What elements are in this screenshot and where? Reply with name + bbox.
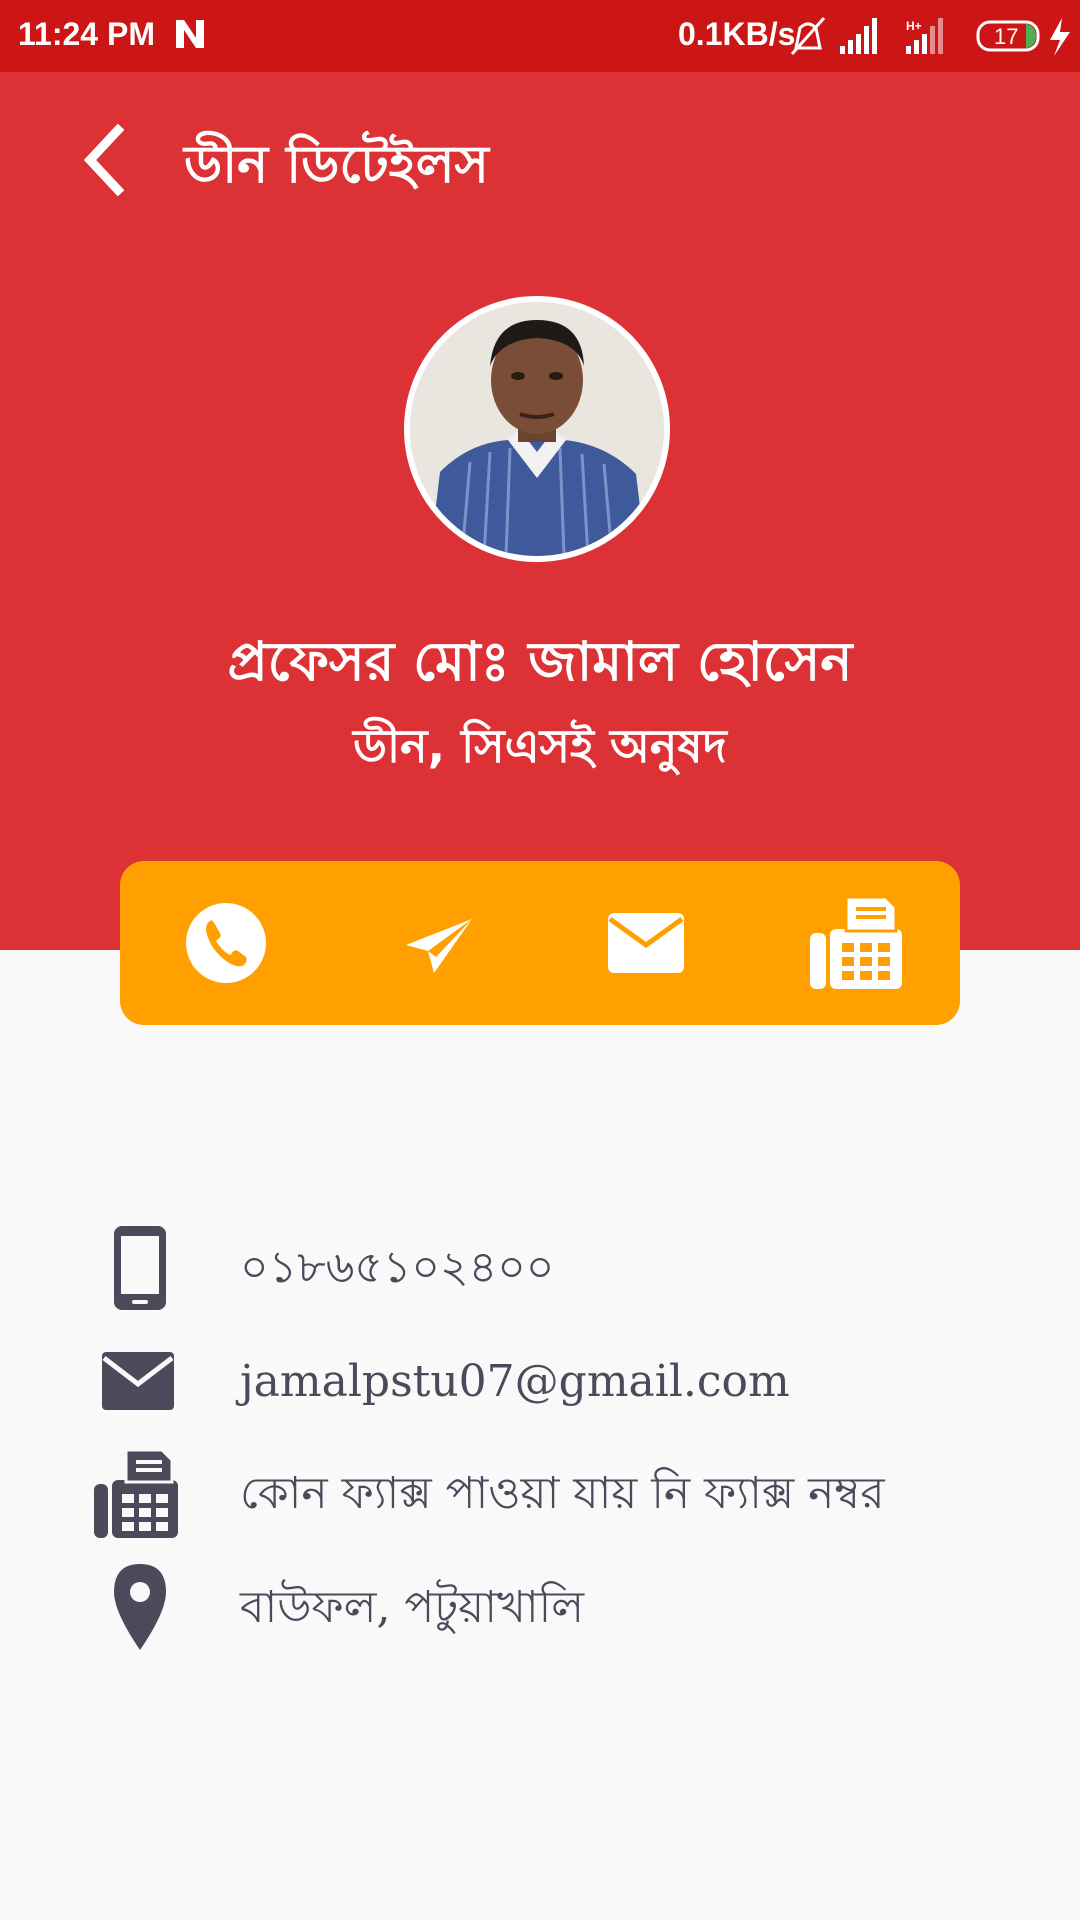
status-icons: H+ 17 (790, 17, 1070, 56)
location-pin-icon (114, 1564, 166, 1650)
envelope-icon (608, 913, 684, 973)
info-row-location[interactable]: বাউফল, পটুয়াখালি (0, 1558, 1080, 1658)
info-row-phone[interactable]: ০১৮৬৫১০২৪০০ (0, 1218, 1080, 1318)
fax-number: কোন ফ্যাক্স পাওয়া যায় নি ফ্যাক্স নম্বর (240, 1468, 885, 1519)
fax-button[interactable] (806, 891, 910, 995)
battery-level: 17 (994, 24, 1018, 49)
hplus-signal-icon: H+ (906, 18, 943, 54)
network-speed: 0.1KB/s (678, 16, 796, 52)
envelope-icon (102, 1352, 174, 1410)
page-title: ডীন ডিটেইলস (184, 135, 489, 195)
message-button[interactable] (386, 891, 490, 995)
email-address: jamalpstu07@gmail.com (240, 1356, 790, 1407)
status-time: 11:24 PM (18, 16, 155, 52)
action-card (120, 861, 960, 1025)
back-button[interactable] (66, 120, 146, 200)
charging-icon (1050, 18, 1070, 56)
person-role: ডীন, সিএসই অনুষদ (353, 719, 727, 773)
call-button[interactable] (174, 891, 278, 995)
mobile-phone-icon (114, 1226, 166, 1310)
person-name: প্রফেসর মোঃ জামাল হোসেন (227, 630, 853, 693)
fax-icon (94, 1448, 178, 1538)
signal-icon (840, 18, 877, 54)
fax-icon (810, 895, 902, 989)
status-bar: 11:24 PM 0.1KB/s H+ 17 (0, 0, 1080, 72)
location: বাউফল, পটুয়াখালি (240, 1582, 584, 1633)
send-icon (406, 919, 472, 973)
email-button[interactable] (594, 891, 698, 995)
phone-icon (186, 903, 266, 983)
n-notification-icon (176, 20, 204, 48)
vibrate-off-icon (790, 17, 826, 55)
svg-text:H+: H+ (906, 19, 922, 33)
avatar (404, 296, 670, 562)
battery-icon: 17 (976, 20, 1040, 52)
profile-photo (410, 302, 664, 556)
info-row-email[interactable]: jamalpstu07@gmail.com (0, 1332, 1080, 1432)
info-row-fax[interactable]: কোন ফ্যাক্স পাওয়া যায় নি ফ্যাক্স নম্বর (0, 1444, 1080, 1544)
chevron-left-icon (83, 123, 125, 197)
phone-number: ০১৮৬৫১০২৪০০ (240, 1242, 555, 1293)
